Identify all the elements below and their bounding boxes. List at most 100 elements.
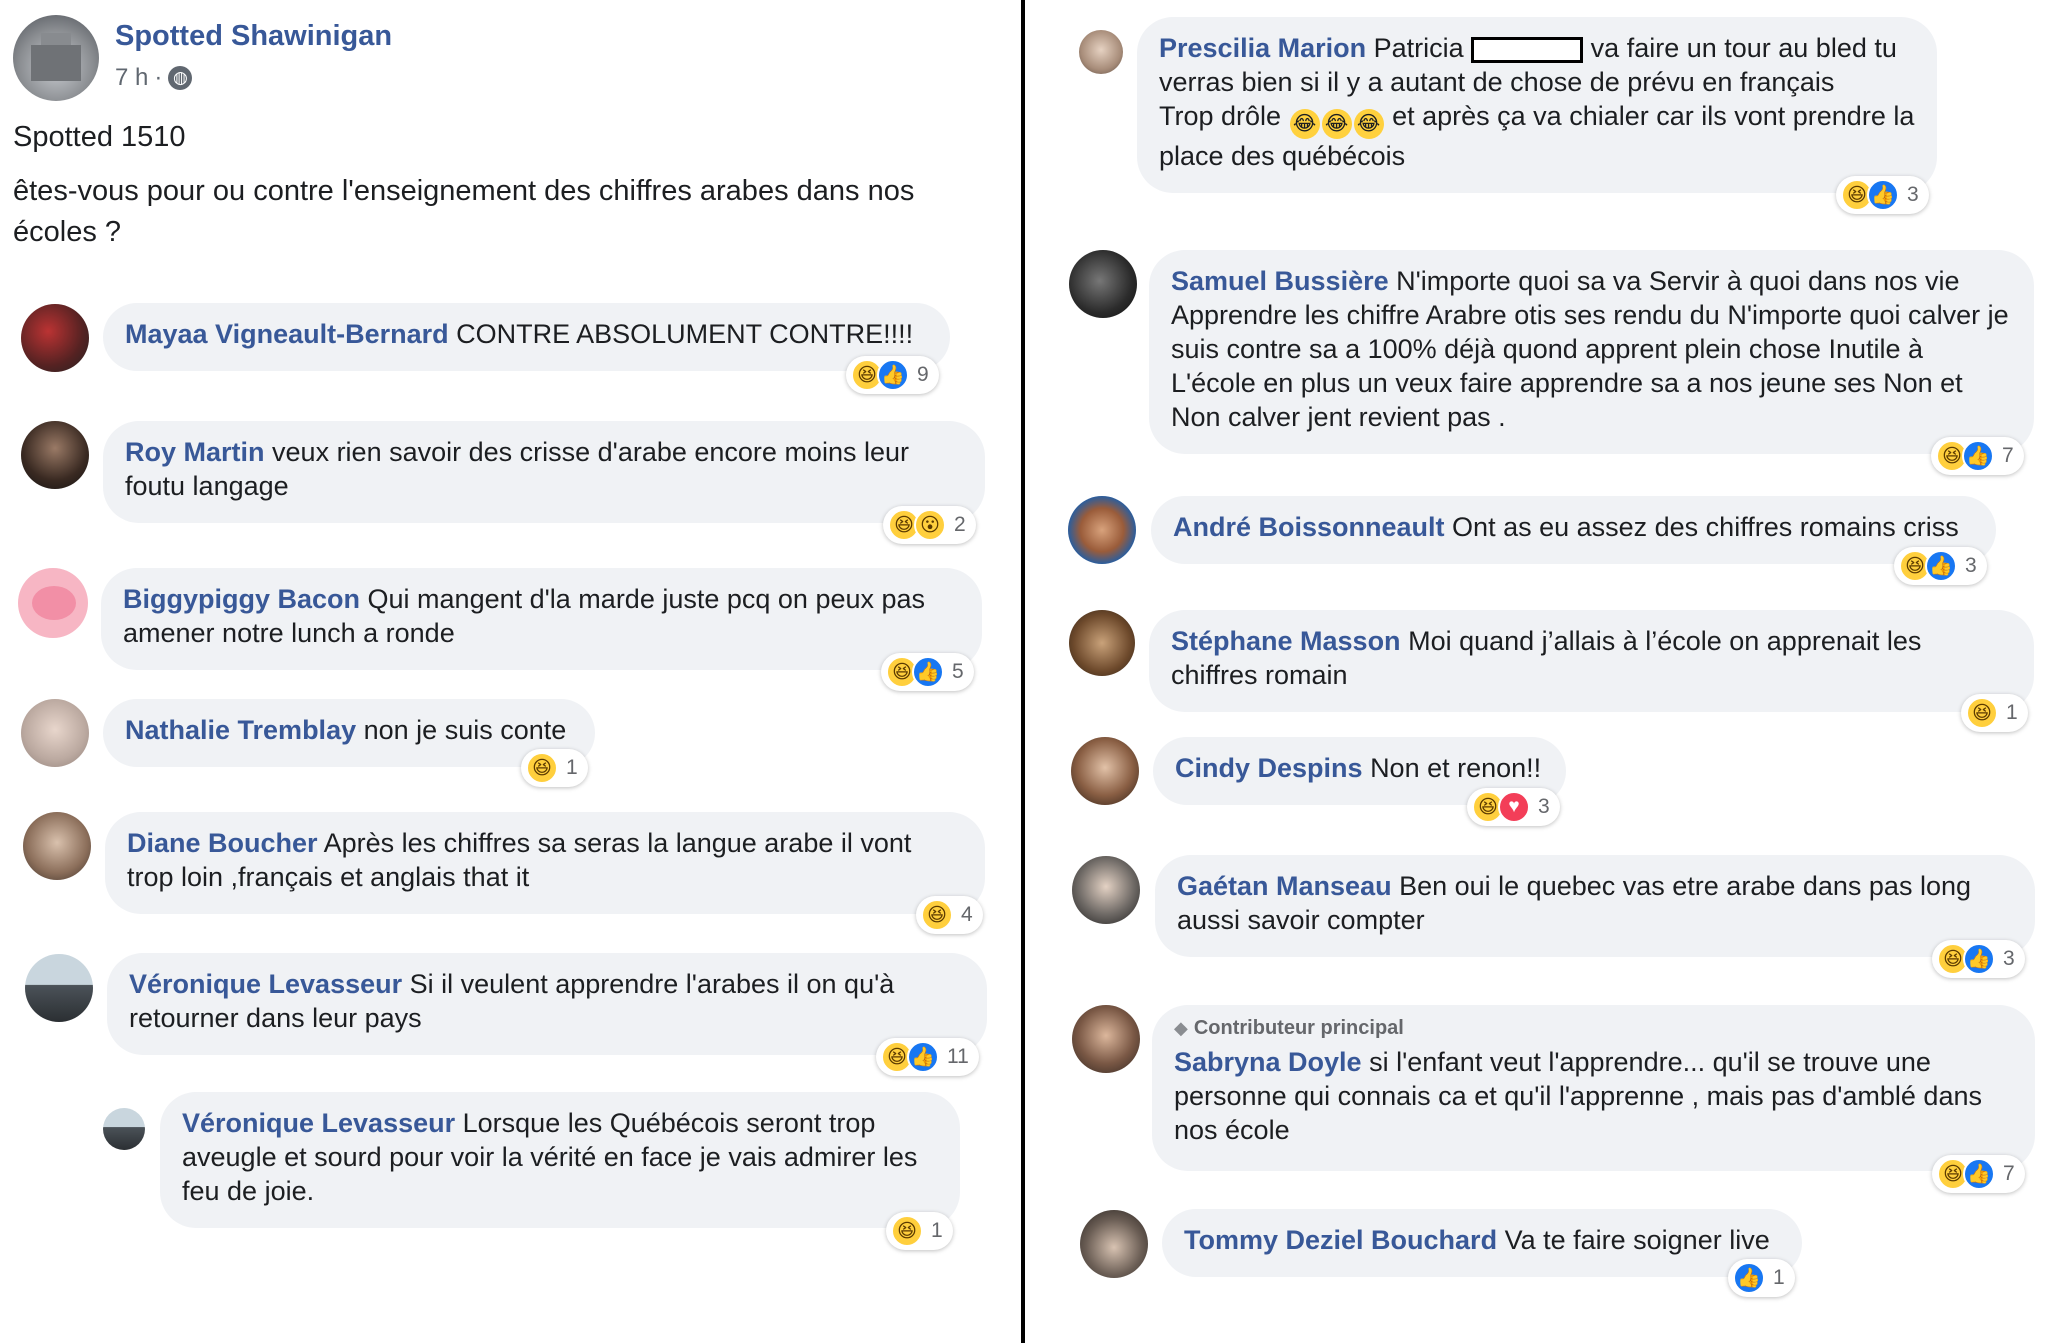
reaction-summary[interactable]: 😆 👍 7	[1932, 1155, 2025, 1193]
comment-author-link[interactable]: Diane Boucher	[127, 828, 318, 858]
reaction-count: 5	[952, 660, 964, 683]
comment-author-link[interactable]: Sabryna Doyle	[1174, 1047, 1362, 1077]
comment-text: non je suis conte	[363, 715, 567, 745]
wow-reaction-icon: 😮	[914, 509, 946, 541]
reaction-summary[interactable]: 😆 👍 9	[846, 356, 939, 394]
reaction-summary[interactable]: 👍 1	[1728, 1259, 1795, 1297]
reaction-summary[interactable]: 😆 4	[916, 896, 983, 934]
reaction-summary[interactable]: 😆 👍 3	[1894, 547, 1987, 585]
reaction-count: 7	[2002, 444, 2014, 467]
like-reaction-icon: 👍	[1962, 440, 1994, 472]
comment-author-link[interactable]: Mayaa Vigneault-Bernard	[125, 319, 449, 349]
reaction-count: 2	[954, 513, 966, 536]
reaction-summary[interactable]: 😆 1	[1961, 694, 2028, 732]
comment-author-link[interactable]: Biggypiggy Bacon	[123, 584, 360, 614]
comment-bubble: Roy Martin veux rien savoir des crisse d…	[103, 421, 985, 523]
top-contributor-badge[interactable]: ◆ Contributeur principal	[1174, 1015, 2013, 1041]
comment-bubble: Samuel Bussière N'importe quoi sa va Ser…	[1149, 250, 2034, 454]
post-text-line-1: Spotted 1510	[13, 121, 186, 153]
comment-author-link[interactable]: Nathalie Tremblay	[125, 715, 356, 745]
comment-bubble: Stéphane Masson Moi quand j’allais à l’é…	[1149, 610, 2034, 712]
comment-bubble: Tommy Deziel Bouchard Va te faire soigne…	[1162, 1209, 1802, 1277]
comment-author-link[interactable]: Cindy Despins	[1175, 753, 1363, 783]
reaction-summary[interactable]: 😆 👍 3	[1836, 176, 1929, 214]
comment-author-link[interactable]: Véronique Levasseur	[182, 1108, 455, 1138]
avatar[interactable]	[1069, 610, 1135, 676]
page-avatar[interactable]	[13, 15, 99, 101]
reaction-summary[interactable]: 😆 😮 2	[883, 506, 976, 544]
comment-text-part-c: Trop drôle	[1159, 101, 1282, 131]
avatar[interactable]	[25, 954, 93, 1022]
reaction-summary[interactable]: 😆 👍 11	[876, 1038, 979, 1076]
page-name-link[interactable]: Spotted Shawinigan	[115, 20, 392, 53]
comment-author-link[interactable]: Tommy Deziel Bouchard	[1184, 1225, 1497, 1255]
badge-label: Contributeur principal	[1193, 1017, 1404, 1039]
reaction-summary[interactable]: 😆 👍 7	[1931, 437, 2024, 475]
reaction-summary[interactable]: 😆 ♥ 3	[1467, 788, 1560, 826]
like-reaction-icon: 👍	[912, 656, 944, 688]
avatar[interactable]	[1069, 250, 1137, 318]
avatar[interactable]	[1079, 30, 1123, 74]
like-reaction-icon: 👍	[1867, 179, 1899, 211]
globe-icon[interactable]: ◍	[168, 66, 193, 90]
haha-reaction-icon: 😆	[1966, 697, 1998, 729]
laughing-tears-emoji: 😂	[1289, 109, 1320, 139]
comment-bubble: Mayaa Vigneault-Bernard CONTRE ABSOLUMEN…	[103, 303, 950, 371]
comment-text: Va te faire soigner live	[1504, 1225, 1770, 1255]
reaction-count: 3	[1965, 554, 1977, 577]
comment-author-link[interactable]: Prescilia Marion	[1159, 33, 1366, 63]
reaction-count: 11	[947, 1045, 969, 1068]
comment-author-link[interactable]: Samuel Bussière	[1171, 266, 1389, 296]
reaction-count: 3	[1538, 795, 1550, 818]
reaction-summary[interactable]: 😆 1	[886, 1212, 953, 1250]
reaction-count: 1	[2006, 701, 2018, 724]
reaction-count: 4	[961, 903, 973, 926]
avatar[interactable]	[1080, 1210, 1148, 1278]
gem-icon: ◆	[1174, 1018, 1188, 1038]
like-reaction-icon: 👍	[877, 359, 909, 391]
avatar[interactable]	[1068, 496, 1136, 564]
redacted-name-box	[1471, 36, 1584, 63]
comment-author-link[interactable]: Gaétan Manseau	[1177, 871, 1392, 901]
reaction-count: 7	[2003, 1162, 2015, 1185]
avatar[interactable]	[18, 568, 88, 638]
avatar[interactable]	[23, 812, 91, 880]
comment-bubble: Véronique Levasseur Lorsque les Québécoi…	[160, 1092, 960, 1228]
reaction-count: 1	[1773, 1266, 1785, 1289]
comment-bubble: Prescilia Marion Patricia va faire un to…	[1137, 17, 1937, 193]
post-text-line-2: êtes-vous pour ou contre l'enseignement …	[13, 175, 915, 207]
screenshot-divider	[1021, 0, 1025, 1343]
comment-author-link[interactable]: Roy Martin	[125, 437, 265, 467]
reaction-summary[interactable]: 😆 👍 5	[881, 653, 974, 691]
meta-separator: ·	[154, 64, 163, 91]
comment-bubble: Diane Boucher Après les chiffres sa sera…	[105, 812, 985, 914]
comment-text: CONTRE ABSOLUMENT CONTRE!!!!	[456, 319, 914, 349]
comment-bubble: Véronique Levasseur Si il veulent appren…	[107, 953, 987, 1055]
reaction-count: 1	[931, 1219, 943, 1242]
reaction-summary[interactable]: 😆 👍 3	[1932, 940, 2025, 978]
avatar[interactable]	[21, 699, 89, 767]
like-reaction-icon: 👍	[1963, 1158, 1995, 1190]
avatar[interactable]	[1072, 1005, 1140, 1073]
reaction-count: 3	[2003, 947, 2015, 970]
avatar[interactable]	[1071, 737, 1139, 805]
avatar[interactable]	[1072, 856, 1140, 924]
avatar[interactable]	[21, 304, 89, 372]
laughing-tears-emoji: 😂	[1321, 109, 1352, 139]
comment-bubble: ◆ Contributeur principal Sabryna Doyle si…	[1152, 1005, 2035, 1171]
comment-bubble: André Boissonneault Ont as eu assez des …	[1151, 496, 1996, 564]
haha-reaction-icon: 😆	[891, 1215, 923, 1247]
comment-bubble: Gaétan Manseau Ben oui le quebec vas etr…	[1155, 855, 2035, 957]
comment-bubble: Biggypiggy Bacon Qui mangent d'la marde …	[101, 568, 982, 670]
comment-author-link[interactable]: André Boissonneault	[1173, 512, 1445, 542]
comment-author-link[interactable]: Véronique Levasseur	[129, 969, 402, 999]
post-meta: 7 h · ◍	[115, 64, 193, 92]
post-time[interactable]: 7 h	[115, 64, 148, 92]
avatar[interactable]	[21, 421, 89, 489]
post-text-line-3: écoles ?	[13, 216, 122, 248]
avatar[interactable]	[103, 1108, 145, 1150]
reaction-summary[interactable]: 😆 1	[521, 749, 588, 787]
like-reaction-icon: 👍	[907, 1041, 939, 1073]
comment-text-part-a: Patricia	[1373, 33, 1464, 63]
comment-author-link[interactable]: Stéphane Masson	[1171, 626, 1401, 656]
